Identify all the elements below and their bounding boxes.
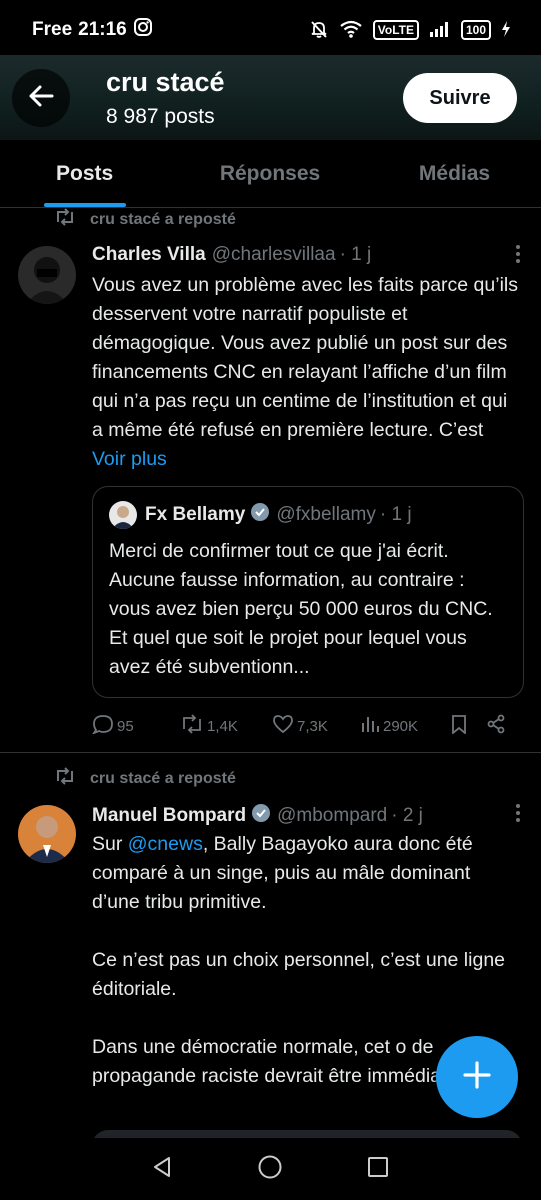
nav-back-icon[interactable]	[151, 1155, 175, 1184]
tweet[interactable]: cru stacé a reposté Charles Villa @charl…	[0, 208, 541, 753]
quote-text: Merci de confirmer tout ce que j'ai écri…	[109, 540, 493, 678]
author-name[interactable]: Manuel Bompard	[92, 805, 246, 827]
author-handle[interactable]: @mbompard	[277, 805, 387, 827]
quote-author-name: Fx Bellamy	[145, 504, 246, 525]
tweet-header: Manuel Bompard @mbompard · 2 j	[92, 803, 521, 829]
views-count: 290K	[383, 717, 419, 735]
signal-icon	[429, 20, 451, 41]
author-handle[interactable]: @charlesvillaa	[212, 244, 336, 266]
compose-button[interactable]	[436, 1036, 518, 1118]
profile-tabs: Posts Réponses Médias	[0, 140, 541, 208]
repost-label: cru stacé a reposté	[90, 210, 236, 228]
tweet-text-content: Vous avez un problème avec les faits par…	[92, 274, 518, 441]
bookmark-button[interactable]	[450, 714, 486, 738]
profile-name: cru stacé	[106, 67, 225, 97]
instagram-icon	[133, 17, 153, 43]
repost-icon	[54, 208, 76, 231]
heart-icon	[272, 714, 294, 738]
tweet-actions: 95 1,4K 7,3K 290K	[91, 714, 519, 738]
clock: 21:16	[78, 19, 127, 40]
avatar[interactable]	[18, 246, 76, 304]
tweet-time: · 1 j	[339, 244, 372, 265]
mention-link[interactable]: @cnews	[128, 833, 203, 855]
repost-indicator: cru stacé a reposté	[54, 208, 236, 231]
tab-posts[interactable]: Posts	[0, 140, 172, 207]
system-nav-bar	[0, 1138, 541, 1200]
quoted-tweet[interactable]: Fx Bellamy @fxbellamy · 1 j Merci de con…	[92, 486, 524, 698]
nav-home-icon[interactable]	[257, 1154, 283, 1185]
repost-action-icon	[180, 714, 204, 738]
tab-replies[interactable]: Réponses	[172, 140, 368, 207]
quote-header: Fx Bellamy @fxbellamy · 1 j	[109, 501, 412, 529]
more-options-icon[interactable]	[515, 244, 521, 270]
verified-badge-icon	[250, 502, 270, 528]
quote-avatar	[109, 501, 137, 529]
like-button[interactable]: 7,3K	[272, 714, 360, 738]
tweet-time: · 2 j	[391, 805, 423, 826]
carrier-label: Free	[32, 19, 73, 40]
repost-button[interactable]: 1,4K	[180, 714, 272, 738]
nav-recents-icon[interactable]	[366, 1155, 390, 1184]
repost-icon	[54, 767, 76, 790]
post-count: 8 987 posts	[106, 105, 215, 128]
tweet-header: Charles Villa @charlesvillaa · 1 j	[92, 244, 521, 266]
mute-bell-icon	[309, 19, 329, 42]
plus-icon	[462, 1060, 492, 1095]
status-bar: Free 21:16 VoLTE 100	[0, 0, 541, 60]
bookmark-icon	[450, 714, 468, 738]
volte-badge: VoLTE	[372, 20, 419, 40]
divider	[0, 752, 541, 753]
verified-badge-icon	[251, 803, 271, 829]
author-name[interactable]: Charles Villa	[92, 244, 206, 266]
tweet-text-prefix: Sur	[92, 833, 128, 855]
tab-media[interactable]: Médias	[368, 140, 541, 207]
back-button[interactable]	[12, 69, 70, 127]
see-more-link[interactable]: Voir plus	[92, 448, 167, 470]
views-icon	[360, 714, 380, 738]
battery-indicator: 100	[460, 20, 491, 40]
reply-button[interactable]: 95	[91, 714, 180, 738]
share-icon	[486, 714, 506, 738]
repost-count: 1,4K	[207, 717, 238, 735]
profile-header: cru stacé 8 987 posts Suivre	[0, 55, 541, 140]
avatar[interactable]	[18, 805, 76, 863]
charging-icon	[501, 20, 511, 41]
repost-indicator: cru stacé a reposté	[54, 767, 236, 790]
quote-time: · 1 j	[379, 504, 412, 525]
tweet-text: Vous avez un problème avec les faits par…	[92, 271, 519, 474]
more-options-icon[interactable]	[515, 803, 521, 829]
repost-label: cru stacé a reposté	[90, 769, 236, 787]
follow-button[interactable]: Suivre	[403, 73, 517, 123]
wifi-icon	[339, 19, 363, 42]
quote-author-handle: @fxbellamy	[276, 504, 376, 525]
tweet-paragraph-2: Ce n’est pas un choix personnel, c’est u…	[92, 949, 506, 1000]
like-count: 7,3K	[297, 717, 328, 735]
reply-count: 95	[117, 717, 134, 735]
reply-icon	[91, 714, 114, 738]
views-button[interactable]: 290K	[360, 714, 450, 738]
share-button[interactable]	[486, 714, 506, 738]
arrow-left-icon	[27, 82, 55, 115]
